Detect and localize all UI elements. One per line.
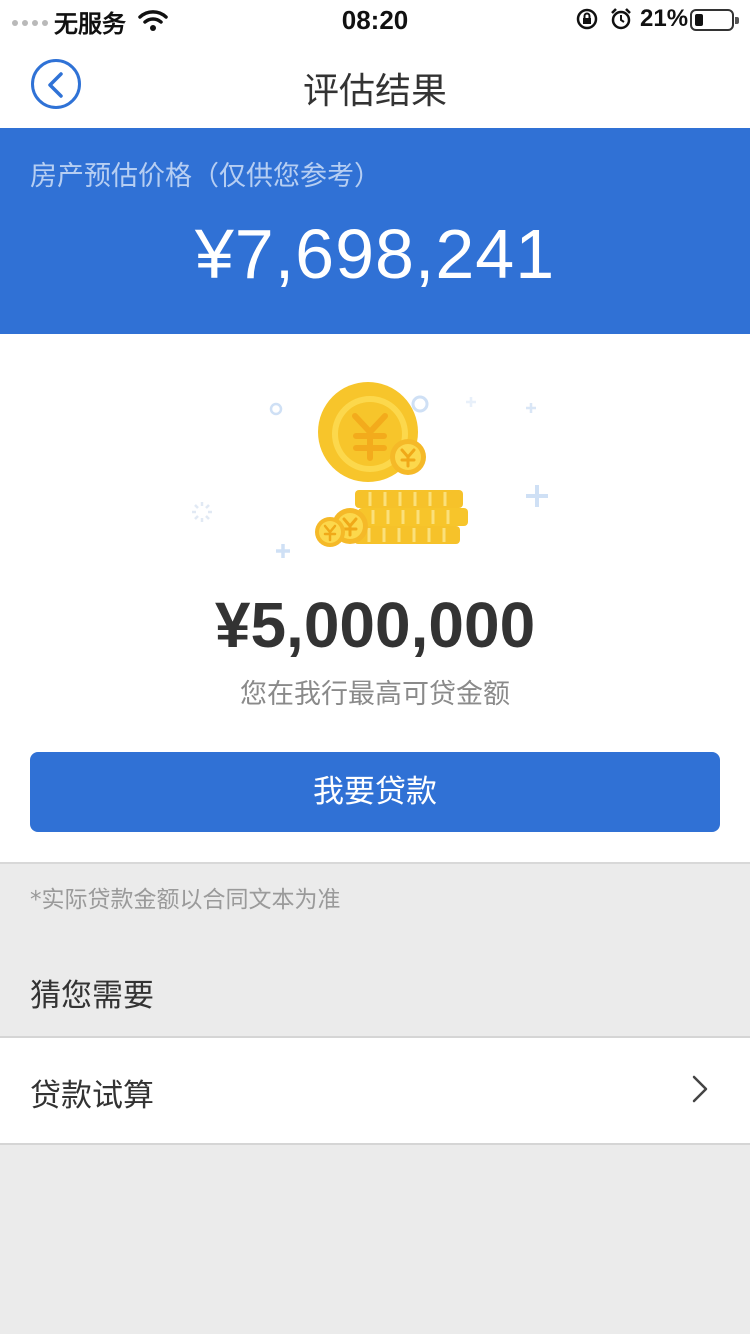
plus-icon bbox=[466, 397, 476, 407]
status-bar: 无服务 08:20 21% bbox=[0, 0, 750, 40]
valuation-banner: 房产预估价格（仅供您参考） ¥7,698,241 bbox=[0, 128, 750, 334]
plus-icon bbox=[526, 403, 536, 413]
disclaimer-text: *实际贷款金额以合同文本为准 bbox=[30, 887, 341, 913]
rotation-lock-icon bbox=[576, 8, 598, 30]
valuation-price: ¥7,698,241 bbox=[194, 215, 556, 293]
valuation-label: 房产预估价格（仅供您参考） bbox=[30, 161, 381, 192]
list-item-loan-calculator[interactable]: 贷款试算 bbox=[0, 1036, 750, 1145]
plus-icon bbox=[526, 485, 548, 507]
max-loan-amount: ¥5,000,000 bbox=[214, 589, 536, 661]
apply-loan-button[interactable]: 我要贷款 bbox=[30, 752, 720, 832]
alarm-icon bbox=[611, 8, 631, 30]
max-loan-caption: 您在我行最高可贷金额 bbox=[240, 679, 510, 710]
divider bbox=[0, 862, 750, 864]
small-coin-icon bbox=[390, 439, 426, 475]
battery-icon bbox=[690, 9, 739, 31]
battery-percent: 21% bbox=[640, 5, 689, 32]
coins-illustration bbox=[192, 382, 548, 558]
nav-bar: 评估结果 bbox=[0, 40, 750, 128]
clock: 08:20 bbox=[341, 5, 409, 35]
list-item-label: 贷款试算 bbox=[30, 1078, 154, 1114]
plus-icon bbox=[276, 544, 290, 558]
loan-card: ¥5,000,000 您在我行最高可贷金额 我要贷款 bbox=[0, 334, 750, 862]
section-title: 猜您需要 bbox=[30, 978, 154, 1014]
page-title: 评估结果 bbox=[302, 71, 447, 112]
burst-icon bbox=[192, 502, 212, 522]
small-coin-icon bbox=[315, 517, 345, 547]
chevron-right-icon bbox=[692, 1075, 708, 1103]
sparkle-circle-icon bbox=[411, 395, 429, 413]
coin-stack-icon bbox=[354, 490, 468, 544]
sparkle-circle-icon bbox=[269, 402, 283, 416]
